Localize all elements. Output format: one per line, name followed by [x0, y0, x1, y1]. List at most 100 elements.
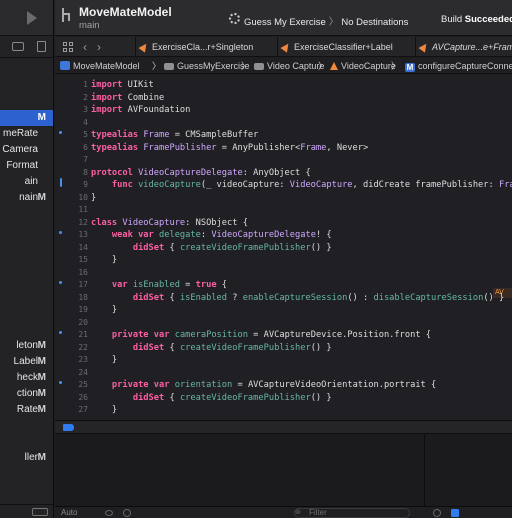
source-text: import UIKit	[91, 80, 154, 90]
code-line[interactable]: 6 typealias FramePublisher = AnyPublisher…	[55, 142, 512, 155]
project-name[interactable]: MoveMateModel	[79, 5, 172, 19]
code-line[interactable]: 24	[55, 367, 512, 380]
code-line[interactable]: 10}	[55, 192, 512, 205]
filter-options-icon[interactable]	[32, 508, 48, 516]
code-line[interactable]: 2 import Combine	[55, 92, 512, 105]
tab-avcapture-frame[interactable]: AVCapture...e+Fram	[415, 37, 512, 56]
source-text: import AVFoundation	[91, 105, 191, 115]
code-line[interactable]: 26 didSet { createVideoFramePublisher() …	[55, 392, 512, 405]
tab-exercise-classifier-label[interactable]: ExerciseClassifier+Label	[277, 37, 409, 56]
source-text: typealias Frame = CMSampleBuffer	[91, 130, 259, 140]
code-line[interactable]: 8 protocol VideoCaptureDelegate: AnyObjec…	[55, 167, 512, 180]
source-control-status: M	[37, 112, 46, 123]
filter-placeholder: Filter	[309, 508, 327, 517]
filter-icon: ⊜	[295, 509, 301, 516]
run-icon[interactable]	[27, 11, 37, 25]
method-icon: M	[405, 63, 415, 72]
forward-chevron-icon[interactable]: ›	[97, 40, 101, 54]
toggle-navigator-icon[interactable]	[12, 42, 24, 51]
build-status-prefix: Build	[441, 14, 465, 25]
back-chevron-icon[interactable]: ‹	[83, 40, 87, 54]
navigator-file-row[interactable]: ller M	[0, 450, 53, 466]
source-text: import Combine	[91, 92, 165, 103]
navigator-file-row[interactable]: ction M	[0, 386, 53, 402]
code-line[interactable]: 20	[55, 317, 512, 330]
jump-bar-chevron: 〉	[152, 61, 162, 71]
source-text: protocol VideoCaptureDelegate: AnyObject…	[91, 167, 311, 178]
file-name: Format	[6, 160, 38, 171]
variables-scope-selector[interactable]: Auto	[61, 507, 77, 518]
jump-bar-file[interactable]: VideoCapture	[330, 58, 396, 73]
code-line[interactable]: 1 import UIKit	[55, 79, 512, 92]
code-line[interactable]: 3 import AVFoundation	[55, 104, 512, 117]
code-line[interactable]: 22 didSet { createVideoFramePublisher() …	[55, 342, 512, 355]
split-view-icon[interactable]	[451, 509, 459, 517]
code-line[interactable]: 4	[55, 117, 512, 130]
code-line[interactable]: 25 private var orientation = AVCaptureVi…	[55, 379, 512, 392]
line-number: 21	[78, 330, 88, 339]
navigator-file-row[interactable]: Format	[0, 158, 53, 174]
clear-console-icon[interactable]	[433, 509, 441, 517]
jump-bar-symbol[interactable]: MconfigureCaptureConne	[405, 58, 512, 73]
file-name: nain	[19, 192, 38, 203]
jump-bar-label: Video Capture	[267, 61, 325, 71]
code-line[interactable]: 18 didSet { isEnabled ? enableCaptureSes…	[55, 292, 512, 305]
code-line[interactable]: 11	[55, 204, 512, 217]
navigator-file-row[interactable]: meRate	[0, 126, 53, 142]
code-line[interactable]: 9 func videoCapture(_ videoCapture: Vide…	[55, 179, 512, 192]
related-items-icon[interactable]	[63, 42, 73, 52]
code-line[interactable]: 14 didSet { createVideoFramePublisher() …	[55, 242, 512, 255]
code-line[interactable]: 17 var isEnabled = true {	[55, 279, 512, 292]
line-number: 8	[83, 167, 88, 177]
jump-bar-chevron: 〉	[391, 61, 401, 71]
jump-bar-group[interactable]: GuessMyExercise	[164, 58, 250, 73]
file-name: ller	[24, 452, 38, 463]
code-line[interactable]: 16	[55, 267, 512, 280]
scheme-gear-icon	[229, 13, 240, 24]
source-text: class VideoCapture: NSObject {	[91, 217, 248, 228]
source-control-branch-icon	[61, 8, 71, 22]
code-line[interactable]: 12 class VideoCapture: NSObject {	[55, 217, 512, 230]
navigator-file-row[interactable]: ain	[0, 174, 53, 190]
branch-name[interactable]: main	[79, 20, 100, 31]
navigator-file-row[interactable]: Camera	[0, 142, 53, 158]
eye-icon[interactable]	[105, 510, 113, 516]
jump-bar-project[interactable]: MoveMateModel	[60, 58, 140, 73]
scheme-selector[interactable]: Guess My Exercise 〉 No Destinations	[229, 13, 408, 28]
file-navigator-icon[interactable]	[37, 41, 46, 52]
source-editor[interactable]: AV 1 import UIKit 2 import Combine 3 import A…	[55, 75, 512, 420]
navigator-file-row[interactable]: Rate M	[0, 402, 53, 418]
source-text: private var cameraPosition = AVCaptureDe…	[111, 330, 432, 340]
navigator-file-row[interactable]: heck M	[0, 370, 53, 386]
navigator-file-row[interactable]: leton M	[0, 338, 53, 354]
jump-bar-folder[interactable]: Video Capture	[254, 58, 325, 73]
code-line[interactable]: 19 }	[55, 304, 512, 317]
line-number: 17	[78, 280, 88, 289]
tab-exercise-classifier-singleton[interactable]: ExerciseCla...r+Singleton	[135, 37, 253, 56]
code-line[interactable]: 21 private var cameraPosition = AVCaptur…	[55, 329, 512, 342]
window-toolbar: MoveMateModel main Guess My Exercise 〉 No …	[55, 0, 512, 36]
code-line[interactable]: 13 weak var delegate: VideoCaptureDelega…	[55, 229, 512, 242]
tab-label: ExerciseClassifier+Label	[294, 42, 393, 52]
code-line[interactable]: 15 }	[55, 254, 512, 267]
code-line[interactable]: 5 typealias Frame = CMSampleBuffer	[55, 129, 512, 142]
breakpoints-toggle-icon[interactable]	[63, 424, 74, 431]
code-line[interactable]: 7	[55, 154, 512, 167]
navigator-file-row[interactable]: Label M	[0, 354, 53, 370]
file-name: Rate	[16, 404, 38, 415]
line-number: 10	[78, 192, 88, 202]
jump-bar: MoveMateModel 〉 GuessMyExercise 〉 Video …	[55, 58, 512, 74]
code-line[interactable]: 27 }	[55, 404, 512, 417]
console-filter-field[interactable]: ⊜ Filter	[294, 508, 410, 518]
navigator-file-row[interactable]: M	[0, 110, 53, 126]
jump-bar-label: GuessMyExercise	[177, 61, 250, 71]
source-control-status: M	[37, 192, 46, 203]
line-number: 27	[78, 405, 88, 414]
project-navigator: MmeRate Camera Format ain nain Mleton M Label Mh…	[0, 0, 54, 518]
line-number: 9	[83, 180, 88, 189]
source-text: }	[91, 255, 118, 265]
info-icon[interactable]	[123, 509, 131, 517]
code-line[interactable]: 23 }	[55, 354, 512, 367]
navigator-file-row[interactable]: nain M	[0, 190, 53, 206]
line-number: 3	[83, 105, 88, 114]
